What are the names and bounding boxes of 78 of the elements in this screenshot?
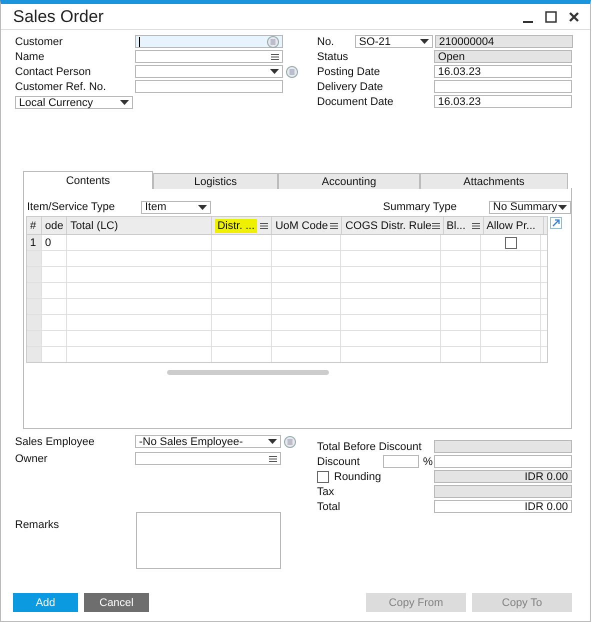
input-field[interactable] [383,455,419,468]
input-field[interactable] [135,65,283,78]
input-field[interactable] [135,35,283,48]
maximize-icon[interactable] [545,10,557,22]
remarks-field[interactable] [136,512,281,569]
list-icon[interactable] [260,222,268,228]
lookup-icon[interactable] [284,436,296,448]
tab[interactable]: Contents [23,171,153,189]
field-label: Customer Ref. No. [15,80,108,92]
field-label: Name [15,50,46,62]
column-header[interactable]: ode [42,217,68,234]
input-field[interactable] [135,50,283,63]
tab[interactable]: Attachments [420,173,568,189]
input-field[interactable]: IDR 0.00 [434,500,572,513]
dropdown-caret-icon[interactable] [270,69,279,74]
list-icon[interactable] [271,54,279,60]
column-header[interactable]: # [27,217,42,234]
sales-employee-dropdown[interactable]: -No Sales Employee- [135,435,281,448]
button: Copy From [366,593,466,612]
dropdown-caret-icon[interactable] [120,100,129,105]
expand-icon[interactable] [550,217,562,229]
lookup-icon[interactable] [267,36,279,48]
input-field[interactable]: 16.03.23 [434,95,572,108]
input-field[interactable]: 16.03.23 [434,65,572,78]
list-icon[interactable] [269,456,277,462]
field-label: Delivery Date [317,80,384,92]
field-label: Owner [15,452,48,464]
field-label: Remarks [15,519,60,531]
field-label: Rounding [334,470,382,482]
button[interactable]: Cancel [84,593,149,612]
input-field[interactable] [434,80,572,93]
dropdown-caret-icon[interactable] [198,204,207,210]
tab[interactable]: Logistics [153,173,278,189]
percent-sign: % [423,456,433,468]
field-label: Item/Service Type [27,201,116,213]
field-label: Sales Employee [15,436,96,448]
field-label: No. [317,36,336,48]
field-label: Posting Date [317,66,381,78]
tab[interactable]: Accounting [278,173,420,189]
column-header[interactable]: Total (LC) [67,217,212,234]
field-label: Discount [317,456,361,468]
field-label: Contact Person [15,66,92,78]
column-header[interactable]: Bl... [444,217,484,234]
summary-type-dropdown[interactable]: No Summary [489,200,571,214]
item-type-dropdown[interactable]: Item [141,200,211,214]
row-header: 1 [27,235,42,250]
series-dropdown[interactable]: SO-21 [355,35,433,48]
field-label: Status [317,50,350,62]
document-number-field: 210000004 [435,35,573,48]
dropdown-caret-icon[interactable] [268,439,277,444]
column-header[interactable]: COGS Distr. Rule [342,217,444,234]
table-cell: 0 [42,235,67,250]
field-label: Total [317,500,340,512]
lookup-icon[interactable] [286,66,298,78]
field-label: Document Date [317,96,394,108]
button: Copy To [472,593,572,612]
list-icon[interactable] [472,222,480,228]
list-icon[interactable] [330,222,338,228]
checkbox[interactable] [317,470,329,482]
scrollbar[interactable] [167,370,329,375]
dropdown-caret-icon[interactable] [558,204,567,210]
input-field[interactable] [434,455,572,468]
input-field: IDR 0.00 [434,470,572,483]
list-icon[interactable] [432,222,440,228]
input-field[interactable] [135,452,281,465]
field-label: Total Before Discount [317,440,422,452]
input-field[interactable] [135,80,283,93]
dropdown-caret-icon[interactable] [420,39,429,44]
currency-dropdown[interactable]: Local Currency [15,96,133,109]
field-label: Tax [317,486,334,498]
window-title: Sales Order [13,6,105,26]
column-header[interactable]: UoM Code [272,217,342,234]
column-header[interactable]: Allow Pr... [484,217,544,234]
checkbox[interactable] [504,236,517,248]
field-label: Customer [15,36,64,48]
input-field: Open [434,50,572,63]
close-icon[interactable] [568,10,580,22]
field-label: Summary Type [383,201,458,213]
